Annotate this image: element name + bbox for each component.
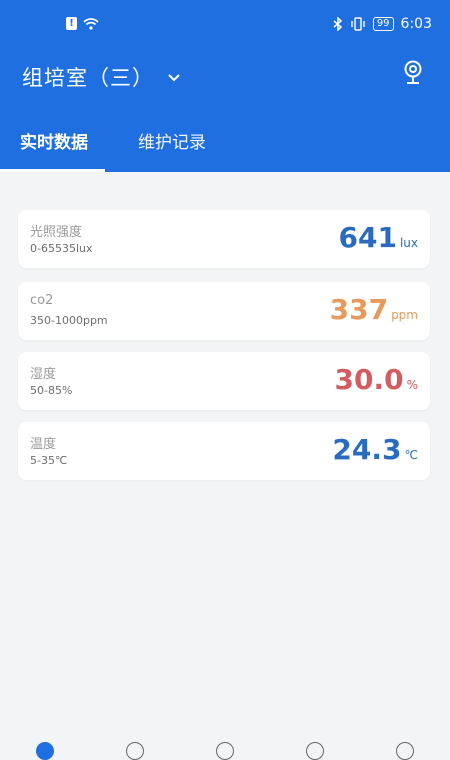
metric-value: 30.0 % bbox=[335, 363, 419, 396]
clock: 6:03 bbox=[400, 16, 432, 32]
metric-unit: ℃ bbox=[404, 448, 418, 462]
wifi-icon bbox=[83, 17, 99, 30]
metric-name: 湿度 bbox=[30, 367, 57, 382]
status-bar: ! 99 6:03 bbox=[0, 0, 450, 52]
status-right: 99 6:03 bbox=[333, 16, 432, 32]
metric-value: 337 ppm bbox=[330, 293, 418, 326]
metric-number: 641 bbox=[338, 221, 397, 254]
metric-unit: ppm bbox=[391, 308, 418, 322]
nav-item-4-icon[interactable] bbox=[306, 742, 324, 760]
metric-range: 5-35℃ bbox=[30, 454, 68, 467]
bottom-navigation bbox=[0, 736, 450, 760]
metric-name: 光照强度 bbox=[30, 225, 83, 240]
bluetooth-icon bbox=[333, 17, 342, 31]
chevron-down-icon bbox=[168, 74, 180, 82]
metric-number: 337 bbox=[329, 293, 389, 326]
metric-card-humidity[interactable]: 湿度 50-85% 30.0 % bbox=[18, 352, 430, 410]
status-left: ! bbox=[66, 17, 99, 30]
map-pin-icon[interactable] bbox=[402, 60, 424, 86]
metric-range: 50-85% bbox=[30, 384, 73, 397]
active-tab-indicator bbox=[0, 169, 105, 172]
alert-icon: ! bbox=[66, 17, 77, 30]
metric-range: 350-1000ppm bbox=[30, 314, 108, 327]
nav-item-2-icon[interactable] bbox=[126, 742, 144, 760]
metric-unit: lux bbox=[399, 236, 418, 250]
metric-card-light[interactable]: 光照强度 0-65535lux 641 lux bbox=[18, 210, 430, 268]
room-selector[interactable]: 组培室（三） bbox=[22, 62, 180, 92]
metric-number: 24.3 bbox=[332, 433, 402, 466]
page-title: 组培室（三） bbox=[22, 66, 154, 90]
metric-card-co2[interactable]: co2 350-1000ppm 337 ppm bbox=[18, 282, 430, 340]
metric-name: co2 bbox=[30, 293, 54, 308]
metric-range: 0-65535lux bbox=[30, 242, 93, 255]
tab-realtime-data[interactable]: 实时数据 bbox=[20, 128, 88, 153]
nav-profile-icon[interactable] bbox=[396, 742, 414, 760]
metric-number: 30.0 bbox=[334, 363, 404, 396]
metric-value: 641 lux bbox=[339, 221, 419, 254]
metric-card-temperature[interactable]: 温度 5-35℃ 24.3 ℃ bbox=[18, 422, 430, 480]
app-header: ! 99 6:03 组培室（三） 实时数据 维护记录 bbox=[0, 0, 450, 172]
battery-indicator: 99 bbox=[372, 17, 394, 31]
nav-home-icon[interactable] bbox=[36, 742, 54, 760]
metric-value: 24.3 ℃ bbox=[332, 433, 418, 466]
vibrate-icon bbox=[351, 17, 365, 31]
tab-maintenance-records[interactable]: 维护记录 bbox=[138, 128, 206, 153]
metric-name: 温度 bbox=[30, 437, 57, 452]
metric-unit: % bbox=[406, 378, 418, 392]
tab-bar: 实时数据 维护记录 bbox=[0, 128, 450, 172]
nav-item-3-icon[interactable] bbox=[216, 742, 234, 760]
